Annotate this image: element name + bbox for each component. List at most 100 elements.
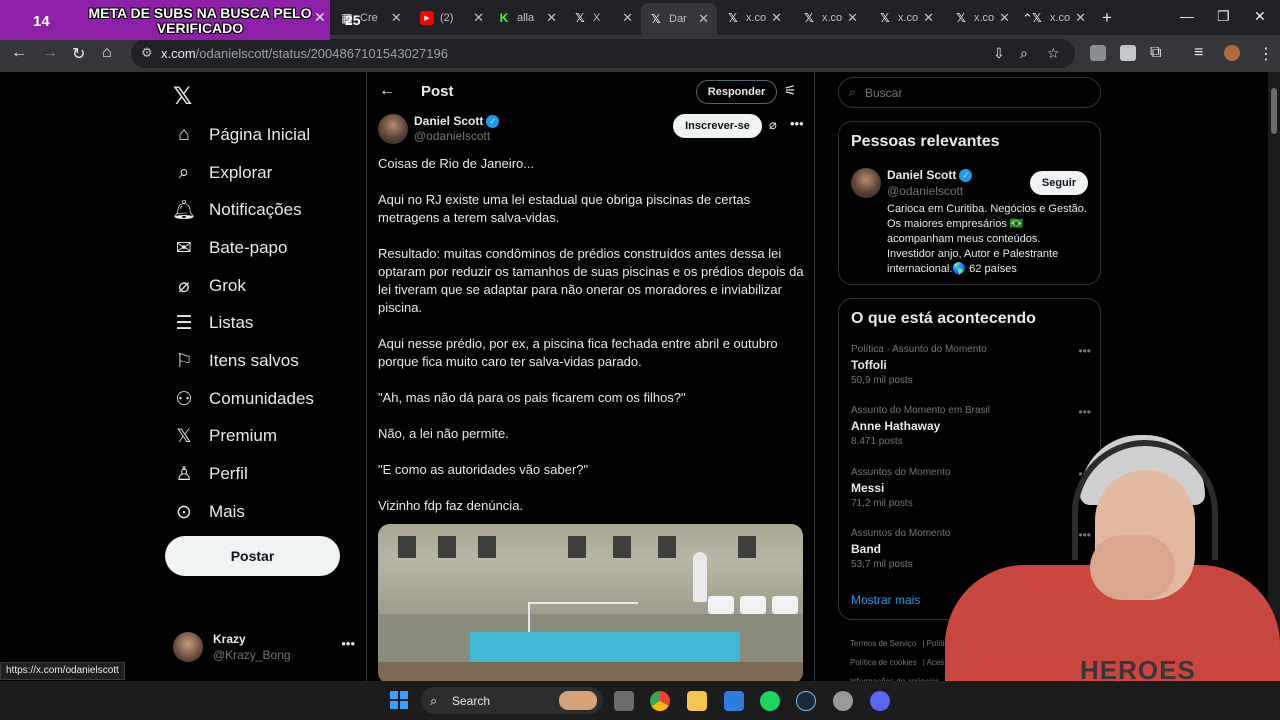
- home-icon[interactable]: ⌂: [102, 44, 112, 62]
- scroll-thumb[interactable]: [1271, 88, 1277, 134]
- file-explorer-icon[interactable]: [687, 691, 707, 711]
- avatar[interactable]: [378, 114, 408, 144]
- post-media-image[interactable]: [378, 524, 803, 682]
- reply-button[interactable]: Responder: [696, 80, 777, 104]
- nav-bookmarks[interactable]: ⚐ Itens salvos: [173, 346, 299, 376]
- tab-4[interactable]: 𝕏 X ✕: [573, 5, 633, 31]
- close-icon[interactable]: ✕: [473, 10, 484, 26]
- nav-communities[interactable]: ⚇ Comunidades: [173, 384, 313, 414]
- site-info-icon[interactable]: ⚙: [141, 45, 153, 61]
- subscribe-button[interactable]: Inscrever-se: [673, 114, 762, 138]
- back-icon[interactable]: ←: [11, 44, 27, 62]
- follow-button[interactable]: Seguir: [1030, 171, 1088, 195]
- settings-sliders-icon[interactable]: ⚟: [784, 82, 797, 99]
- grok-icon[interactable]: ⌀: [769, 117, 777, 133]
- show-more-link[interactable]: Mostrar mais: [851, 593, 920, 607]
- tab-6[interactable]: 𝕏 x.co ✕: [726, 5, 782, 31]
- chevron-up-icon[interactable]: ⌃: [1022, 11, 1033, 27]
- bookmark-star-icon[interactable]: ☆: [1047, 45, 1060, 62]
- tab-label: X: [593, 12, 601, 24]
- chrome-icon[interactable]: [650, 691, 670, 711]
- new-tab-button[interactable]: +: [1102, 8, 1112, 28]
- close-icon[interactable]: ✕: [771, 10, 782, 26]
- profile-avatar[interactable]: [1224, 45, 1240, 61]
- nav-explore[interactable]: ⌕ Explorar: [173, 158, 273, 188]
- zoom-icon[interactable]: ⌕: [1020, 45, 1028, 62]
- x-icon: 𝕏: [651, 12, 661, 26]
- communities-icon: ⚇: [175, 388, 193, 410]
- windows-start-icon[interactable]: [390, 691, 408, 709]
- install-icon[interactable]: ⇩: [993, 45, 1005, 62]
- extensions-puzzle-icon[interactable]: ⧉: [1150, 44, 1161, 62]
- nav-profile[interactable]: ♙ Perfil: [173, 459, 247, 489]
- tab-3[interactable]: K alla ✕: [497, 5, 557, 31]
- image-window: [398, 536, 416, 558]
- close-icon[interactable]: ✕: [546, 10, 557, 26]
- tab-7[interactable]: 𝕏 x.co ✕: [802, 5, 858, 31]
- back-arrow-icon[interactable]: ←: [379, 82, 395, 100]
- url-bar[interactable]: ⚙ x.com/odanielscott/status/200486710154…: [131, 39, 1075, 68]
- avatar[interactable]: [851, 168, 881, 198]
- relevant-name[interactable]: Daniel Scott ✓: [887, 168, 973, 182]
- more-icon[interactable]: •••: [1078, 405, 1091, 419]
- taskbar-search[interactable]: ⌕ Search: [421, 687, 603, 714]
- window-close-button[interactable]: ✕: [1254, 8, 1266, 25]
- close-icon[interactable]: ✕: [622, 10, 633, 26]
- address-toolbar: ← → ↻ ⌂ ⚙ x.com/odanielscott/status/2004…: [0, 35, 1280, 72]
- store-icon[interactable]: [724, 691, 744, 711]
- steam-icon[interactable]: [796, 691, 816, 711]
- close-icon[interactable]: ✕: [314, 9, 326, 26]
- relevant-bio: Carioca em Curitiba. Negócios e Gestão. …: [887, 203, 1087, 275]
- tab-8[interactable]: 𝕏 x.co ✕: [878, 5, 934, 31]
- nav-label: Itens salvos: [209, 351, 299, 370]
- reload-icon[interactable]: ↻: [72, 44, 85, 64]
- forward-icon[interactable]: →: [42, 44, 58, 62]
- nav-more[interactable]: ⊙ Mais: [173, 497, 245, 527]
- post-column: ← Post Responder ⚟ Daniel Scott ✓ @odani…: [366, 72, 815, 682]
- close-icon[interactable]: ✕: [847, 10, 858, 26]
- nav-notifications[interactable]: 🔔︎ Notificações: [172, 195, 302, 225]
- footer-link[interactable]: Política de cookies: [850, 658, 917, 667]
- tab-9[interactable]: 𝕏 x.co ✕: [954, 5, 1010, 31]
- close-icon[interactable]: ✕: [1075, 10, 1086, 26]
- account-switcher[interactable]: Krazy @Krazy_Bong •••: [173, 628, 355, 668]
- account-name: Krazy: [213, 632, 246, 646]
- maximize-button[interactable]: ❐: [1217, 8, 1230, 25]
- close-icon[interactable]: ✕: [923, 10, 934, 26]
- more-icon[interactable]: •••: [1078, 344, 1091, 358]
- taskbar-search-label: Search: [452, 694, 491, 708]
- nav-grok[interactable]: ⌀ Grok: [173, 271, 246, 301]
- footer-link[interactable]: Termos de Serviço: [850, 639, 916, 648]
- nav-chat[interactable]: ✉ Bate-papo: [173, 233, 287, 263]
- task-view-icon[interactable]: [614, 691, 634, 711]
- obs-icon[interactable]: [833, 691, 853, 711]
- mail-icon: ✉: [176, 237, 192, 259]
- x-logo-icon[interactable]: 𝕏: [173, 82, 192, 110]
- tab-2[interactable]: ▶ (2) ✕: [420, 5, 484, 31]
- browser-menu-icon[interactable]: ⋮: [1258, 44, 1274, 64]
- image-chair: [772, 596, 798, 614]
- extension-icon[interactable]: [1090, 45, 1106, 61]
- tab-5-active[interactable]: 𝕏 Dar ✕: [641, 3, 717, 35]
- minimize-button[interactable]: —: [1180, 8, 1194, 24]
- media-control-icon[interactable]: ≡: [1194, 44, 1203, 62]
- close-icon[interactable]: ✕: [698, 11, 709, 27]
- tab-10[interactable]: 𝕏 x.co ✕: [1030, 5, 1086, 31]
- nav-lists[interactable]: ☰ Listas: [173, 308, 253, 338]
- x-icon: 𝕏: [880, 11, 890, 25]
- more-icon[interactable]: •••: [790, 116, 804, 131]
- nav-home[interactable]: ⌂ Página Inicial: [173, 120, 310, 150]
- trend-item[interactable]: Política · Assunto do Momento Toffoli 50…: [851, 344, 1091, 394]
- relevant-name-text: Daniel Scott: [887, 168, 957, 182]
- post-button[interactable]: Postar: [165, 536, 340, 576]
- author-name[interactable]: Daniel Scott ✓: [414, 114, 500, 128]
- close-icon[interactable]: ✕: [391, 10, 402, 26]
- relevant-handle[interactable]: @odanielscott: [887, 184, 963, 198]
- discord-icon[interactable]: [870, 691, 890, 711]
- extension-icon[interactable]: [1120, 45, 1136, 61]
- close-icon[interactable]: ✕: [999, 10, 1010, 26]
- search-input[interactable]: ⌕ Buscar: [838, 77, 1101, 108]
- spotify-icon[interactable]: [760, 691, 780, 711]
- nav-premium[interactable]: 𝕏 Premium: [173, 421, 277, 451]
- author-handle[interactable]: @odanielscott: [414, 129, 490, 143]
